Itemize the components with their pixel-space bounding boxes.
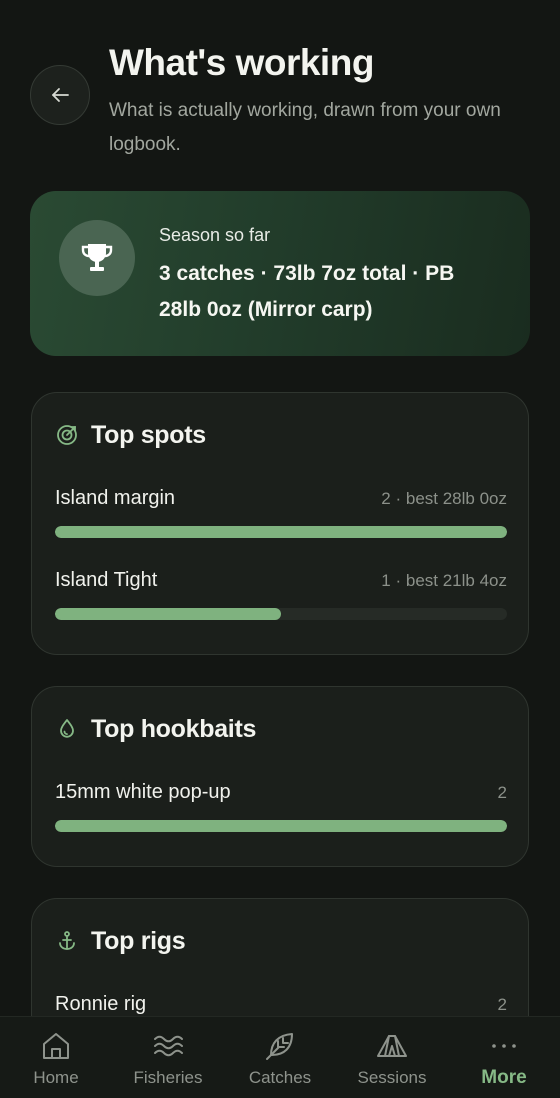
nav-label: Home bbox=[33, 1068, 79, 1087]
list-item: Island margin 2 · best 28lb 0oz bbox=[55, 485, 507, 538]
top-spots-title: Top spots bbox=[91, 421, 206, 449]
top-rigs-header: Top rigs bbox=[55, 925, 186, 957]
tent-icon bbox=[377, 1035, 407, 1057]
spot-meta: 1 · best 21lb 4oz bbox=[381, 571, 507, 590]
arrow-left-icon bbox=[52, 88, 69, 102]
nav-item-catches[interactable]: Catches bbox=[224, 1017, 336, 1098]
rig-meta: 2 bbox=[497, 995, 507, 1014]
spot-name: Island Tight bbox=[55, 569, 158, 591]
hookbait-name: 15mm white pop-up bbox=[55, 781, 231, 803]
more-dots-icon bbox=[492, 1044, 516, 1048]
progress-track bbox=[55, 608, 507, 620]
home-icon bbox=[43, 1033, 69, 1059]
list-item: 15mm white pop-up 2 bbox=[55, 779, 507, 832]
droplet-icon bbox=[60, 719, 74, 738]
page-title: What's working bbox=[109, 42, 374, 83]
rig-name: Ronnie rig bbox=[55, 993, 147, 1015]
list-item: Island Tight 1 · best 21lb 4oz bbox=[55, 567, 507, 620]
app-screen: What's working What is actually working,… bbox=[0, 0, 560, 1098]
anchor-icon bbox=[59, 931, 75, 950]
page-subtitle: What is actually working, drawn from you… bbox=[109, 100, 501, 155]
leaf-icon bbox=[266, 1033, 293, 1060]
progress-fill bbox=[55, 820, 507, 832]
top-spots-card: Top spots Island margin 2 · best 28lb 0o… bbox=[31, 392, 529, 655]
nav-label: More bbox=[481, 1067, 527, 1088]
nav-item-fisheries[interactable]: Fisheries bbox=[112, 1017, 224, 1098]
trophy-badge bbox=[59, 220, 135, 296]
trophy-icon bbox=[81, 244, 113, 271]
nav-label: Catches bbox=[248, 1068, 312, 1087]
back-button[interactable] bbox=[30, 65, 90, 125]
target-icon bbox=[57, 425, 77, 445]
progress-track bbox=[55, 526, 507, 538]
bottom-nav: Home Fisheries Catches Sessions More bbox=[0, 1016, 560, 1098]
spot-name: Island margin bbox=[55, 487, 176, 509]
nav-item-more[interactable]: More bbox=[448, 1017, 560, 1098]
top-rigs-title: Top rigs bbox=[91, 927, 186, 955]
season-summary-text: 3 catches · 73lb 7oz total · PB 28lb 0oz… bbox=[159, 262, 455, 321]
waves-icon bbox=[154, 1035, 183, 1057]
spot-meta: 2 · best 28lb 0oz bbox=[381, 489, 507, 508]
top-hookbaits-title: Top hookbaits bbox=[91, 715, 257, 743]
nav-label: Sessions bbox=[357, 1068, 427, 1087]
season-label: Season so far bbox=[159, 225, 271, 245]
top-spots-header: Top spots bbox=[55, 419, 206, 451]
hookbait-meta: 2 bbox=[497, 783, 507, 802]
progress-track bbox=[55, 820, 507, 832]
nav-label: Fisheries bbox=[133, 1068, 203, 1087]
season-summary-card: Season so far 3 catches · 73lb 7oz total… bbox=[30, 191, 530, 356]
nav-item-sessions[interactable]: Sessions bbox=[336, 1017, 448, 1098]
progress-fill bbox=[55, 526, 507, 538]
progress-fill bbox=[55, 608, 281, 620]
nav-item-home[interactable]: Home bbox=[0, 1017, 112, 1098]
top-hookbaits-card: Top hookbaits 15mm white pop-up 2 bbox=[31, 686, 529, 867]
top-hookbaits-header: Top hookbaits bbox=[55, 713, 256, 745]
